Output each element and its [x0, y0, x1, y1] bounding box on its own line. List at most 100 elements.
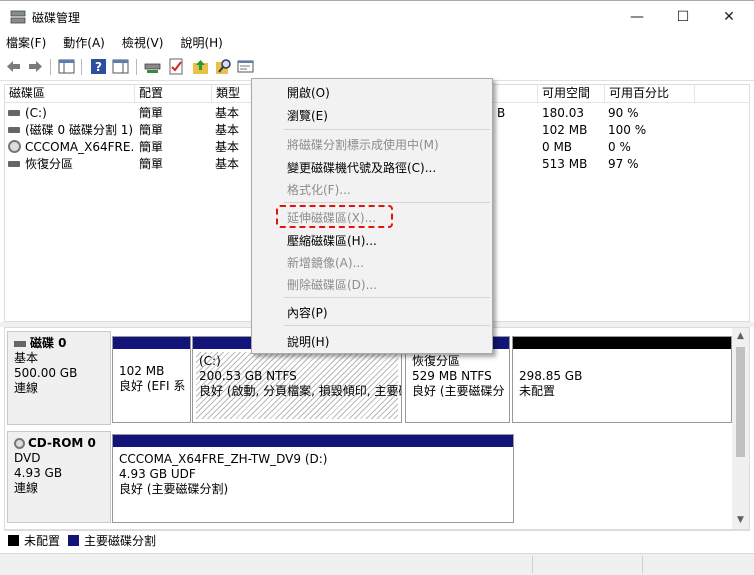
partition-status: 良好 (啟動, 分頁檔案, 損毀傾印, 主要磁 [199, 384, 401, 398]
disk-type: 基本 [14, 351, 39, 365]
volume-free: 0 MB [542, 140, 573, 154]
menu-bar: 檔案(F) 動作(A) 檢視(V) 說明(H) [0, 31, 754, 53]
volume-type: 基本 [215, 123, 240, 137]
partition-efi[interactable]: 102 MB 良好 (EFI 系 [112, 336, 191, 423]
volume-free-percent: 97 % [608, 157, 639, 171]
menu-item-mark-active: 將磁碟分割標示成使用中(M) [287, 138, 439, 152]
legend-swatch-primary [68, 535, 80, 546]
menu-separator [284, 129, 490, 130]
minimize-icon: — [630, 8, 644, 25]
volume-type: 基本 [215, 157, 240, 171]
volume-name: CCCOMA_X64FRE... [25, 140, 133, 154]
volume-free: 180.03 [542, 106, 584, 120]
menu-help[interactable]: 說明(H) [180, 34, 222, 51]
column-header-layout[interactable]: 配置 [135, 85, 212, 103]
menu-item-help[interactable]: 說明(H) [287, 333, 329, 350]
forward-arrow-icon[interactable] [27, 58, 44, 75]
disk-size: 4.93 GB [14, 466, 63, 480]
volume-name: (C:) [25, 106, 47, 120]
console-tree-icon[interactable] [58, 58, 75, 75]
extend-volume-highlight [276, 205, 393, 228]
partition-status: 良好 (主要磁碟分 [412, 384, 505, 398]
disk-status: 連線 [14, 481, 39, 495]
volume-layout: 簡單 [139, 106, 164, 120]
menu-file[interactable]: 檔案(F) [6, 34, 46, 51]
status-section [532, 556, 533, 573]
menu-item-properties[interactable]: 內容(P) [287, 304, 328, 321]
menu-view[interactable]: 檢視(V) [122, 34, 164, 51]
partition-title [513, 349, 731, 369]
disk-type: DVD [14, 451, 41, 465]
scroll-up-icon[interactable]: ▲ [732, 328, 749, 345]
menu-item-change-drive-letter[interactable]: 變更磁碟機代號及路徑(C)... [287, 159, 436, 176]
volume-free-percent: 100 % [608, 123, 647, 137]
legend-label-primary: 主要磁碟分割 [84, 534, 157, 548]
volume-type: 基本 [215, 106, 240, 120]
svg-text:?: ? [95, 60, 102, 74]
disk-size: 500.00 GB [14, 366, 78, 380]
status-bar [0, 553, 754, 575]
menu-action[interactable]: 動作(A) [63, 34, 105, 51]
cd-rom-icon [8, 140, 21, 153]
close-button[interactable]: ✕ [706, 1, 752, 32]
volume-icon [8, 161, 20, 167]
window-title: 磁碟管理 [32, 11, 81, 25]
volume-name: (磁碟 0 磁碟分割 1) [25, 123, 133, 137]
graphic-scrollbar[interactable]: ▲ ▼ [732, 328, 749, 529]
connect-icon[interactable] [144, 58, 161, 75]
menu-separator [284, 202, 490, 203]
partition-size: 298.85 GB [519, 369, 583, 383]
checklist-icon[interactable] [168, 58, 185, 75]
volume-free: 102 MB [542, 123, 588, 137]
disk-status: 連線 [14, 381, 39, 395]
status-section [642, 556, 643, 573]
volume-layout: 簡單 [139, 157, 164, 171]
menu-item-open[interactable]: 開啟(O) [287, 84, 330, 101]
volume-name: 恢復分區 [25, 157, 74, 171]
menu-item-explore[interactable]: 瀏覽(E) [287, 107, 328, 124]
partition-status: 良好 (主要磁碟分割) [119, 482, 229, 496]
properties-icon[interactable] [237, 58, 254, 75]
scroll-down-icon[interactable]: ▼ [732, 512, 749, 529]
volume-free-percent: 0 % [608, 140, 631, 154]
scroll-thumb[interactable] [736, 347, 745, 457]
disk-icon [14, 340, 26, 347]
search-icon[interactable] [215, 58, 232, 75]
partition-unallocated[interactable]: 298.85 GB 未配置 [512, 336, 732, 423]
partition-size: 200.53 GB NTFS [199, 369, 297, 383]
partition-dvd[interactable]: CCCOMA_X64FRE_ZH-TW_DV9 (D:) 4.93 GB UDF… [112, 434, 514, 523]
close-icon: ✕ [723, 8, 735, 25]
menu-item-add-mirror: 新增鏡像(A)... [287, 256, 365, 270]
menu-item-shrink-volume[interactable]: 壓縮磁碟區(H)... [287, 232, 377, 249]
partition-size: 4.93 GB UDF [119, 467, 196, 481]
volume-layout: 簡單 [139, 140, 164, 154]
partition-status: 未配置 [519, 384, 556, 398]
maximize-button[interactable]: ☐ [660, 1, 706, 32]
menu-separator [284, 297, 490, 298]
cdrom-0-label[interactable]: CD-ROM 0 DVD 4.93 GB 連線 [7, 431, 111, 523]
disk-management-app-icon [10, 10, 26, 24]
maximize-icon: ☐ [676, 8, 690, 25]
action-pane-icon[interactable] [112, 58, 129, 75]
column-header-free-space[interactable]: 可用空間 [538, 85, 605, 103]
toolbar: ? [0, 53, 754, 81]
volume-icon [8, 127, 20, 133]
volume-partial-text: B [497, 106, 506, 120]
help-icon[interactable]: ? [90, 58, 107, 75]
volume-free: 513 MB [542, 157, 588, 171]
up-folder-icon[interactable] [192, 58, 209, 75]
minimize-button[interactable]: — [614, 1, 660, 32]
title-bar: 磁碟管理 — ☐ ✕ [0, 0, 754, 31]
partition-title: CCCOMA_X64FRE_ZH-TW_DV9 (D:) [119, 452, 328, 466]
menu-separator [284, 325, 490, 326]
back-arrow-icon[interactable] [5, 58, 22, 75]
menu-item-delete-volume: 刪除磁碟區(D)... [287, 278, 378, 292]
disk-graphical-view: 磁碟 0 基本 500.00 GB 連線 102 MB 良好 (EFI 系 (C… [4, 327, 750, 530]
volume-free-percent: 90 % [608, 106, 639, 120]
column-header-volume[interactable]: 磁碟區 [5, 85, 135, 103]
cd-rom-icon [14, 438, 25, 449]
partition-size: 529 MB NTFS [412, 369, 492, 383]
column-header-free-percent[interactable]: 可用百分比 [605, 85, 695, 103]
legend-label-unallocated: 未配置 [24, 534, 61, 548]
disk-0-label[interactable]: 磁碟 0 基本 500.00 GB 連線 [7, 331, 111, 425]
